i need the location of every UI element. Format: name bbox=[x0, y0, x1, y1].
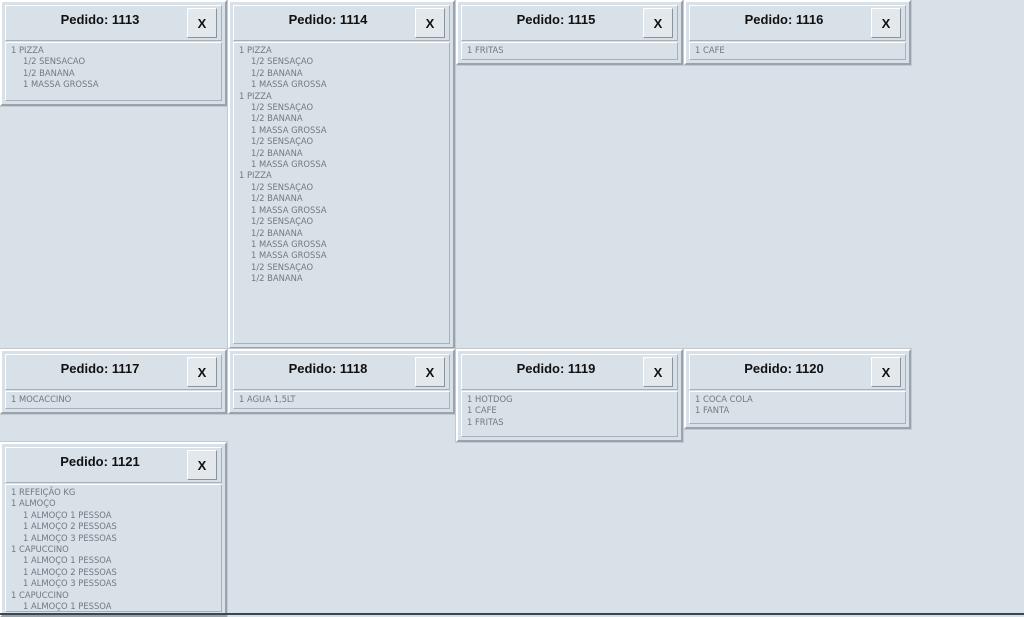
close-order-button[interactable]: X bbox=[187, 8, 217, 38]
order-title: Pedido: 1116 bbox=[744, 12, 824, 27]
order-card: Pedido: 1113 X 1 PIZZA 1/2 SENSACAO 1/2 BANA… bbox=[0, 0, 227, 106]
close-order-button[interactable]: X bbox=[643, 357, 673, 387]
order-item: 1 AGUA 1,5LT bbox=[239, 394, 296, 404]
order-item: 1/2 SENSAÇAO bbox=[251, 56, 314, 67]
order-item: 1/2 BANANA bbox=[23, 67, 75, 78]
order-item: 1/2 BANANA bbox=[251, 147, 303, 158]
order-title: Pedido: 1118 bbox=[288, 361, 368, 376]
order-title: Pedido: 1121 bbox=[60, 454, 140, 469]
order-item: 1 ALMOÇO 2 PESSOAS bbox=[23, 521, 117, 532]
order-item: 1 MASSA GROSSA bbox=[251, 124, 327, 135]
order-title: Pedido: 1117 bbox=[60, 361, 140, 376]
order-item: 1/2 BANANA bbox=[251, 113, 303, 124]
order-title: Pedido: 1114 bbox=[288, 12, 368, 27]
order-item: 1 ALMOÇO 3 PESSOAS bbox=[23, 578, 117, 589]
close-order-button[interactable]: X bbox=[643, 8, 673, 38]
order-items-list: 1 COCA COLA 1 FANTA bbox=[689, 391, 906, 424]
order-header: Pedido: 1113 X bbox=[5, 5, 222, 41]
order-item: 1 MOCACCINO bbox=[11, 394, 72, 404]
order-item: 1 ALMOÇO bbox=[11, 498, 56, 509]
order-header: Pedido: 1117 X bbox=[5, 354, 222, 390]
order-header: Pedido: 1114 X bbox=[233, 5, 450, 41]
close-order-button[interactable]: X bbox=[187, 357, 217, 387]
order-items-list: 1 CAFE bbox=[689, 42, 906, 60]
order-item: 1 ALMOÇO 2 PESSOAS bbox=[23, 566, 117, 577]
order-item: 1 HOTDOG bbox=[467, 394, 513, 404]
order-item: 1/2 SENSAÇAO bbox=[251, 181, 314, 192]
order-card: Pedido: 1114 X 1 PIZZA 1/2 SENSAÇAO 1/2 BANA… bbox=[228, 0, 455, 349]
order-item: 1 MASSA GROSSA bbox=[251, 238, 327, 249]
order-item: 1 PIZZA bbox=[11, 45, 44, 55]
order-card: Pedido: 1120 X 1 COCA COLA 1 FANTA bbox=[684, 349, 911, 429]
order-item: 1 PIZZA bbox=[239, 90, 272, 101]
order-item: 1 MASSA GROSSA bbox=[251, 204, 327, 215]
close-order-button[interactable]: X bbox=[187, 450, 217, 480]
order-item: 1/2 SENSAÇAO bbox=[251, 136, 314, 147]
order-item: 1 CAFE bbox=[467, 405, 497, 416]
order-item: 1 MASSA GROSSA bbox=[251, 250, 327, 261]
order-card: Pedido: 1119 X 1 HOTDOG 1 CAFE 1 FRITAS bbox=[456, 349, 683, 442]
order-title: Pedido: 1115 bbox=[516, 12, 596, 27]
order-card: Pedido: 1117 X 1 MOCACCINO bbox=[0, 349, 227, 414]
order-item: 1/2 BANANA bbox=[251, 227, 303, 238]
order-item: 1/2 BANANA bbox=[251, 273, 303, 284]
order-header: Pedido: 1116 X bbox=[689, 5, 906, 41]
order-item: 1 FANTA bbox=[695, 405, 730, 416]
order-item: 1 MASSA GROSSA bbox=[23, 79, 99, 90]
order-items-list: 1 HOTDOG 1 CAFE 1 FRITAS bbox=[461, 391, 678, 437]
order-header: Pedido: 1121 X bbox=[5, 447, 222, 483]
order-item: 1 CAFE bbox=[695, 45, 725, 55]
order-header: Pedido: 1119 X bbox=[461, 354, 678, 390]
order-item: 1/2 BANANA bbox=[251, 193, 303, 204]
order-item: 1 MASSA GROSSA bbox=[251, 79, 327, 90]
close-order-button[interactable]: X bbox=[415, 8, 445, 38]
order-item: 1 PIZZA bbox=[239, 45, 272, 55]
order-item: 1 FRITAS bbox=[467, 416, 504, 427]
order-card: Pedido: 1121 X 1 REFEIÇÃO KG 1 ALMOÇO 1 ALMO… bbox=[0, 442, 227, 617]
order-item: 1/2 SENSACAO bbox=[23, 56, 86, 67]
order-item: 1 CAPUCCINO bbox=[11, 544, 69, 555]
order-header: Pedido: 1120 X bbox=[689, 354, 906, 390]
close-order-button[interactable]: X bbox=[871, 8, 901, 38]
order-item: 1 CAPUCCINO bbox=[11, 589, 69, 600]
order-title: Pedido: 1120 bbox=[744, 361, 824, 376]
order-item: 1 REFEIÇÃO KG bbox=[11, 487, 76, 497]
order-items-list: 1 AGUA 1,5LT bbox=[233, 391, 450, 409]
order-item: 1 COCA COLA bbox=[695, 394, 753, 404]
order-title: Pedido: 1113 bbox=[60, 12, 140, 27]
order-item: 1 FRITAS bbox=[467, 45, 504, 55]
order-items-list: 1 PIZZA 1/2 SENSACAO 1/2 BANANA 1 MASSA GRO… bbox=[5, 42, 222, 101]
close-order-button[interactable]: X bbox=[415, 357, 445, 387]
order-item: 1 ALMOÇO 1 PESSOA bbox=[23, 601, 112, 612]
order-item: 1 ALMOÇO 3 PESSOAS bbox=[23, 532, 117, 543]
order-item: 1/2 BANANA bbox=[251, 67, 303, 78]
order-item: 1/2 SENSAÇAO bbox=[251, 216, 314, 227]
order-item: 1 ALMOÇO 1 PESSOA bbox=[23, 509, 112, 520]
order-item: 1 ALMOÇO 1 PESSOA bbox=[23, 555, 112, 566]
order-item: 1/2 SENSAÇAO bbox=[251, 102, 314, 113]
order-item: 1 MASSA GROSSA bbox=[251, 159, 327, 170]
order-items-list: 1 PIZZA 1/2 SENSAÇAO 1/2 BANANA 1 MASSA GRO… bbox=[233, 42, 450, 344]
close-order-button[interactable]: X bbox=[871, 357, 901, 387]
order-items-list: 1 FRITAS bbox=[461, 42, 678, 60]
order-card: Pedido: 1116 X 1 CAFE bbox=[684, 0, 911, 65]
order-title: Pedido: 1119 bbox=[516, 361, 596, 376]
order-header: Pedido: 1118 X bbox=[233, 354, 450, 390]
order-items-list: 1 REFEIÇÃO KG 1 ALMOÇO 1 ALMOÇO 1 PESSOA 1 … bbox=[5, 484, 222, 612]
order-header: Pedido: 1115 X bbox=[461, 5, 678, 41]
order-card: Pedido: 1115 X 1 FRITAS bbox=[456, 0, 683, 65]
order-card: Pedido: 1118 X 1 AGUA 1,5LT bbox=[228, 349, 455, 414]
order-item: 1 PIZZA bbox=[239, 170, 272, 181]
order-item: 1/2 SENSAÇAO bbox=[251, 261, 314, 272]
order-items-list: 1 MOCACCINO bbox=[5, 391, 222, 409]
